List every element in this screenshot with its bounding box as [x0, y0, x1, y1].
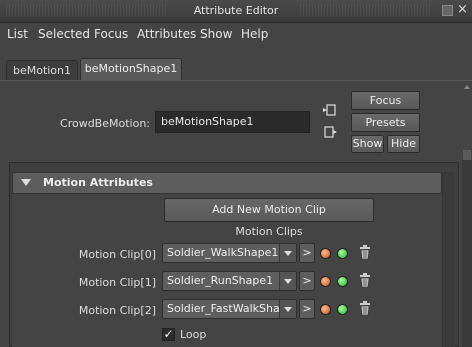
orange-status-icon[interactable]: [320, 276, 331, 287]
title-bar[interactable]: Attribute Editor ×: [0, 0, 472, 23]
clip-select-2[interactable]: Soldier_FastWalkShape1: [162, 299, 297, 319]
orange-status-icon[interactable]: [320, 304, 331, 315]
section-title: Motion Attributes: [43, 176, 153, 189]
chevron-down-icon[interactable]: [279, 272, 296, 290]
clip-go-button-0[interactable]: >: [299, 243, 315, 263]
trash-icon[interactable]: [358, 300, 372, 316]
add-new-motion-clip-button[interactable]: Add New Motion Clip: [164, 198, 374, 222]
menu-help[interactable]: Help: [241, 27, 268, 41]
green-status-icon[interactable]: [337, 276, 348, 287]
loop-label[interactable]: Loop: [180, 328, 206, 341]
focus-button[interactable]: Focus: [351, 91, 420, 110]
green-status-icon[interactable]: [337, 248, 348, 259]
chevron-down-icon[interactable]: [279, 300, 296, 318]
scroll-up-icon[interactable]: [462, 83, 472, 91]
window-title: Attribute Editor: [193, 4, 279, 17]
menu-list[interactable]: List: [7, 27, 28, 41]
select-output-icon[interactable]: [324, 126, 338, 138]
tab-divider: [0, 80, 472, 81]
clip-select-0[interactable]: Soldier_WalkShape1: [162, 243, 297, 263]
trash-icon[interactable]: [358, 272, 372, 288]
clip-label-0: Motion Clip[0]: [78, 248, 156, 261]
hide-button[interactable]: Hide: [387, 135, 420, 153]
expand-arrow-icon[interactable]: [21, 179, 31, 186]
main-scrollbar-thumb[interactable]: [463, 150, 471, 160]
clip-select-value: Soldier_FastWalkShape1: [167, 302, 297, 315]
trash-icon[interactable]: [358, 244, 372, 260]
loop-checkbox[interactable]: ✓: [162, 328, 175, 341]
clip-go-button-1[interactable]: >: [299, 271, 315, 291]
menu-focus[interactable]: Focus: [94, 27, 128, 41]
clip-go-button-2[interactable]: >: [299, 299, 315, 319]
select-input-icon[interactable]: [322, 104, 336, 116]
clip-label-1: Motion Clip[1]: [78, 276, 156, 289]
tab-bemotion1[interactable]: beMotion1: [6, 60, 78, 80]
node-type-label: CrowdBeMotion:: [60, 117, 150, 130]
clip-label-2: Motion Clip[2]: [78, 304, 156, 317]
tab-bemotionshape1[interactable]: beMotionShape1: [80, 58, 182, 81]
green-status-icon[interactable]: [337, 304, 348, 315]
presets-button[interactable]: Presets: [351, 113, 420, 132]
menu-selected[interactable]: Selected: [38, 27, 90, 41]
section-header-motion-attributes[interactable]: Motion Attributes: [12, 172, 442, 194]
node-name-field[interactable]: beMotionShape1: [155, 111, 310, 133]
menu-attributes[interactable]: Attributes: [137, 27, 196, 41]
section-scrollbar[interactable]: [442, 172, 455, 347]
main-scrollbar[interactable]: [462, 160, 472, 347]
menu-show[interactable]: Show: [200, 27, 232, 41]
orange-status-icon[interactable]: [320, 248, 331, 259]
menu-bar: List Selected Focus Attributes Show Help: [0, 23, 472, 45]
motion-clips-heading: Motion Clips: [235, 225, 303, 238]
clip-select-1[interactable]: Soldier_RunShape1: [162, 271, 297, 291]
node-tabs: beMotion1 beMotionShape1: [0, 55, 472, 81]
chevron-down-icon[interactable]: [279, 244, 296, 262]
float-icon[interactable]: [442, 5, 453, 16]
clip-select-value: Soldier_WalkShape1: [167, 246, 279, 259]
show-button[interactable]: Show: [351, 135, 384, 153]
clip-select-value: Soldier_RunShape1: [167, 274, 274, 287]
close-icon[interactable]: ×: [457, 3, 468, 16]
